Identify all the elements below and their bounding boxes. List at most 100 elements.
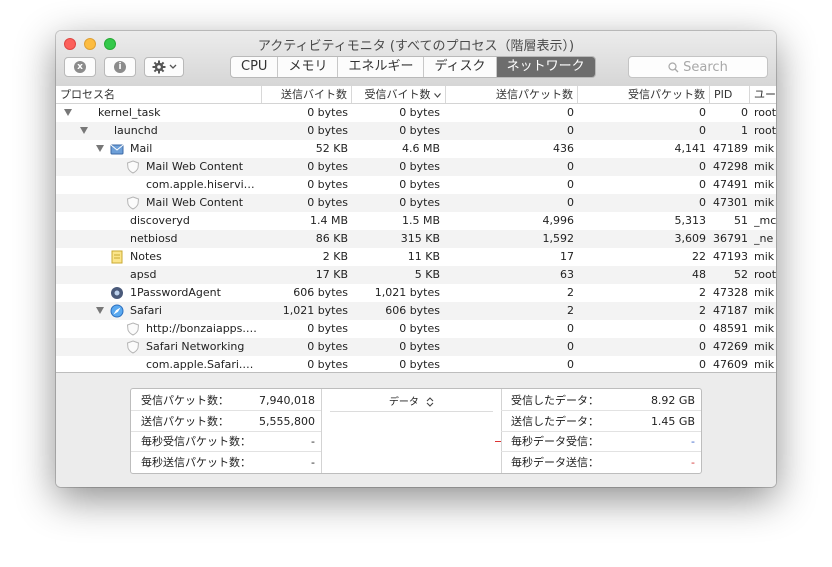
- column-sent-packets[interactable]: 送信パケット数: [446, 86, 578, 103]
- sort-descending-icon: [434, 93, 441, 98]
- user: root: [754, 124, 776, 137]
- received-packets: 0: [699, 358, 706, 371]
- tab-4[interactable]: ネットワーク: [496, 57, 595, 77]
- stat-label: 毎秒データ送信：: [511, 455, 599, 469]
- user: root: [754, 268, 776, 281]
- pid: 36791: [713, 232, 748, 245]
- process-name: kernel_task: [98, 106, 161, 119]
- stat-label: 毎秒データ受信：: [511, 435, 599, 448]
- table-row[interactable]: Safari 1,021 bytes 606 bytes 2 2 47187 mik: [56, 302, 776, 320]
- notes-icon: [110, 250, 124, 264]
- tab-2[interactable]: エネルギー: [338, 57, 425, 77]
- sent-bytes: 0 bytes: [307, 358, 348, 371]
- sent-packets: 0: [567, 340, 574, 353]
- disclosure-triangle-icon[interactable]: [64, 109, 72, 116]
- sent-bytes: 606 bytes: [293, 286, 348, 299]
- column-pid[interactable]: PID: [710, 86, 750, 103]
- search-field[interactable]: Search: [628, 56, 768, 78]
- stat-value: -: [691, 435, 695, 448]
- table-row[interactable]: com.apple.hiservi… 0 bytes 0 bytes 0 0 47491 m…: [56, 176, 776, 194]
- process-name: launchd: [114, 124, 158, 137]
- column-received-bytes[interactable]: 受信バイト数: [352, 86, 446, 103]
- pid: 47491: [713, 178, 748, 191]
- sent-bytes: 0 bytes: [307, 178, 348, 191]
- inspect-process-button[interactable]: i: [104, 57, 136, 77]
- mail-icon: [110, 142, 124, 156]
- received-bytes: 315 KB: [400, 232, 440, 245]
- sent-packets: 4,996: [542, 214, 575, 227]
- received-packets: 0: [699, 124, 706, 137]
- network-graph: データ: [322, 389, 501, 473]
- view-tabs: CPU メモリ エネルギー ディスク ネットワーク: [230, 56, 596, 78]
- stat-label: 毎秒送信パケット数：: [141, 455, 251, 469]
- received-packets: 0: [699, 178, 706, 191]
- process-name: com.apple.Safari.…: [146, 358, 254, 371]
- table-row[interactable]: launchd 0 bytes 0 bytes 0 0 1 root: [56, 122, 776, 140]
- graph-selector-label: データ: [388, 397, 419, 408]
- process-name: com.apple.hiservi…: [146, 178, 255, 191]
- table-row[interactable]: Mail Web Content 0 bytes 0 bytes 0 0 47301 mik: [56, 194, 776, 212]
- received-bytes: 0 bytes: [399, 358, 440, 371]
- pid: 51: [734, 214, 748, 227]
- table-row[interactable]: discoveryd 1.4 MB 1.5 MB 4,996 5,313 51 _mc: [56, 212, 776, 230]
- received-packets: 0: [699, 322, 706, 335]
- disclosure-triangle-icon[interactable]: [80, 127, 88, 134]
- stat-row: 送信したデータ： 1.45 GB: [501, 412, 701, 432]
- table-row[interactable]: Mail 52 KB 4.6 MB 436 4,141 47189 mik: [56, 140, 776, 158]
- user: mik: [754, 304, 775, 317]
- pid: 47189: [713, 142, 748, 155]
- disclosure-triangle-icon[interactable]: [96, 307, 104, 314]
- sent-bytes: 86 KB: [315, 232, 348, 245]
- process-name: Mail Web Content: [146, 160, 244, 173]
- pid: 1: [741, 124, 748, 137]
- stop-process-button[interactable]: x: [64, 57, 96, 77]
- received-bytes: 11 KB: [407, 250, 440, 263]
- sent-bytes: 0 bytes: [307, 160, 348, 173]
- stat-value: 5,555,800: [259, 414, 315, 428]
- search-placeholder: Search: [683, 59, 728, 75]
- received-packets: 0: [699, 340, 706, 353]
- pid: 47187: [713, 304, 748, 317]
- action-menu-button[interactable]: [144, 57, 184, 77]
- sent-packets: 0: [567, 160, 574, 173]
- table-row[interactable]: apsd 17 KB 5 KB 63 48 52 root: [56, 266, 776, 284]
- received-bytes: 0 bytes: [399, 160, 440, 173]
- received-bytes: 0 bytes: [399, 322, 440, 335]
- graph-selector[interactable]: データ: [322, 393, 501, 408]
- stop-icon: x: [74, 61, 86, 73]
- column-user[interactable]: ユー: [750, 86, 776, 103]
- stat-value: 1.45 GB: [650, 414, 695, 428]
- tab-1[interactable]: メモリ: [278, 57, 339, 77]
- pid: 47269: [713, 340, 748, 353]
- table-row[interactable]: netbiosd 86 KB 315 KB 1,592 3,609 36791 _ne: [56, 230, 776, 248]
- table-row[interactable]: http://bonzaiapps.… 0 bytes 0 bytes 0 0 48591…: [56, 320, 776, 338]
- stat-row: 受信パケット数： 7,940,018: [131, 391, 321, 411]
- column-process-name[interactable]: プロセス名: [56, 86, 262, 103]
- column-received-bytes-label: 受信バイト数: [364, 88, 431, 101]
- table-row[interactable]: 1PasswordAgent 606 bytes 1,021 bytes 2 2 4732…: [56, 284, 776, 302]
- received-packets: 0: [699, 106, 706, 119]
- disclosure-triangle-icon[interactable]: [96, 145, 104, 152]
- sent-bytes: 52 KB: [315, 142, 348, 155]
- tab-3[interactable]: ディスク: [424, 57, 497, 77]
- sent-packets: 0: [567, 106, 574, 119]
- table-row[interactable]: kernel_task 0 bytes 0 bytes 0 0 0 root: [56, 104, 776, 122]
- received-packets: 22: [692, 250, 706, 263]
- column-received-packets[interactable]: 受信パケット数: [578, 86, 710, 103]
- stat-label: 送信したデータ：: [511, 414, 599, 428]
- user: mik: [754, 286, 775, 299]
- received-packets: 2: [699, 304, 706, 317]
- process-name: Mail: [130, 142, 153, 155]
- table-row[interactable]: com.apple.Safari.… 0 bytes 0 bytes 0 0 47609 m…: [56, 356, 776, 372]
- table-row[interactable]: Mail Web Content 0 bytes 0 bytes 0 0 47298 mik: [56, 158, 776, 176]
- sent-packets: 2: [567, 304, 574, 317]
- table-row[interactable]: Safari Networking 0 bytes 0 bytes 0 0 47269 mi…: [56, 338, 776, 356]
- process-name: netbiosd: [130, 232, 178, 245]
- sent-packets: 0: [567, 196, 574, 209]
- info-icon: i: [114, 61, 126, 73]
- stat-value: -: [311, 435, 315, 448]
- tab-0[interactable]: CPU: [231, 57, 279, 77]
- table-row[interactable]: Notes 2 KB 11 KB 17 22 47193 mik: [56, 248, 776, 266]
- column-sent-bytes[interactable]: 送信バイト数: [262, 86, 352, 103]
- sent-bytes: 0 bytes: [307, 340, 348, 353]
